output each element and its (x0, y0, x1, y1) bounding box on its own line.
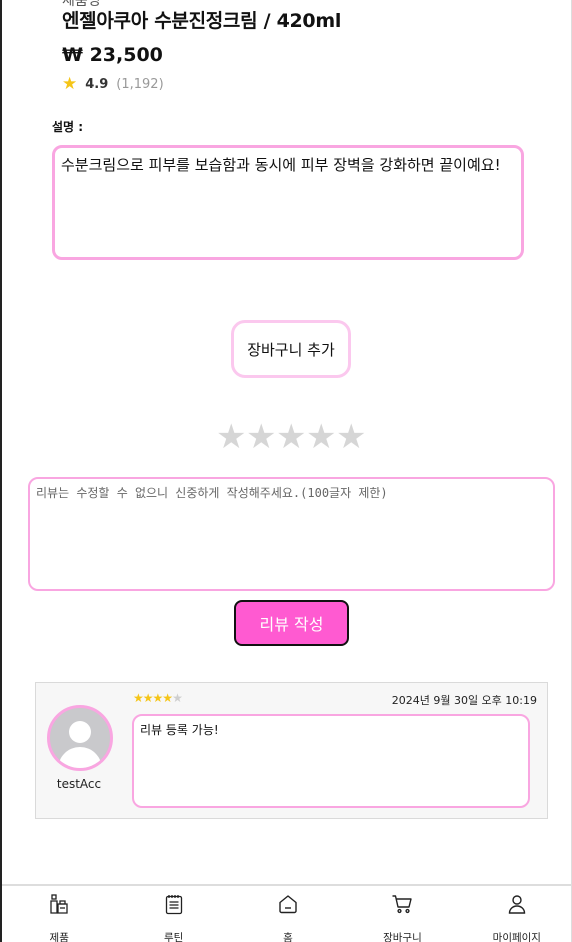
reviewer-name: testAcc (56, 777, 102, 791)
nav-item-routine[interactable]: 루틴 (116, 886, 230, 942)
rating-star-5[interactable]: ★ (336, 420, 366, 454)
nav-label: 루틴 (163, 932, 184, 942)
nav-item-mypage[interactable]: 마이페이지 (460, 886, 571, 942)
rating-count: (1,192) (116, 77, 164, 92)
notepad-icon (163, 893, 185, 919)
star-icon: ★ (162, 691, 173, 705)
review-card: testAcc ★★★★★ 2024년 9월 30일 오후 10:19 리뷰 등… (35, 682, 548, 819)
submit-review-button[interactable]: 리뷰 작성 (234, 600, 349, 646)
rating-score: 4.9 (85, 77, 109, 92)
product-name: 엔젤아쿠아 수분진정크림 / 420ml (62, 10, 342, 32)
user-icon (506, 893, 528, 919)
avatar (47, 705, 113, 771)
rating-star-3[interactable]: ★ (276, 420, 306, 454)
rating-star-1[interactable]: ★ (216, 420, 246, 454)
star-icon: ★ (133, 691, 144, 705)
product-bottle-icon (48, 893, 70, 919)
product-detail-page: 제품명 엔젤아쿠아 수분진정크림 / 420ml ₩ 23,500 ★ 4.9 … (0, 0, 572, 942)
rating-star-2[interactable]: ★ (246, 420, 276, 454)
star-icon: ★ (152, 691, 164, 705)
product-rating: ★ 4.9 (1,192) (62, 76, 164, 93)
review-text: 리뷰 등록 가능! (132, 714, 530, 808)
description-label: 설명 : (52, 120, 84, 134)
nav-label: 홈 (283, 932, 293, 942)
rating-star-4[interactable]: ★ (306, 420, 336, 454)
nav-label: 장바구니 (383, 932, 422, 942)
nav-item-cart[interactable]: 장바구니 (345, 886, 459, 942)
home-icon (277, 893, 299, 919)
review-rating-input[interactable]: ★ ★ ★ ★ ★ (216, 420, 366, 454)
cart-icon (391, 893, 413, 919)
star-icon: ★ (142, 691, 154, 705)
nav-item-home[interactable]: 홈 (231, 886, 345, 942)
review-date: 2024년 9월 30일 오후 10:19 (391, 694, 537, 707)
avatar-head (69, 721, 91, 743)
review-textarea[interactable] (28, 477, 555, 591)
review-rating: ★★★★★ (133, 691, 183, 705)
description-box: 수분크림으로 피부를 보습함과 동시에 피부 장벽을 강화하면 끝이예요! (52, 145, 524, 260)
bottom-nav: 제품 루틴 홈 장바구니 마이페이지 (2, 884, 571, 942)
add-to-cart-button[interactable]: 장바구니 추가 (231, 320, 351, 378)
nav-item-product[interactable]: 제품 (2, 886, 116, 942)
avatar-body (58, 747, 102, 768)
nav-label: 제품 (49, 932, 69, 942)
star-icon: ★ (62, 74, 78, 94)
nav-label: 마이페이지 (492, 932, 541, 942)
star-empty-icon: ★ (172, 691, 183, 705)
product-price: ₩ 23,500 (62, 44, 163, 66)
